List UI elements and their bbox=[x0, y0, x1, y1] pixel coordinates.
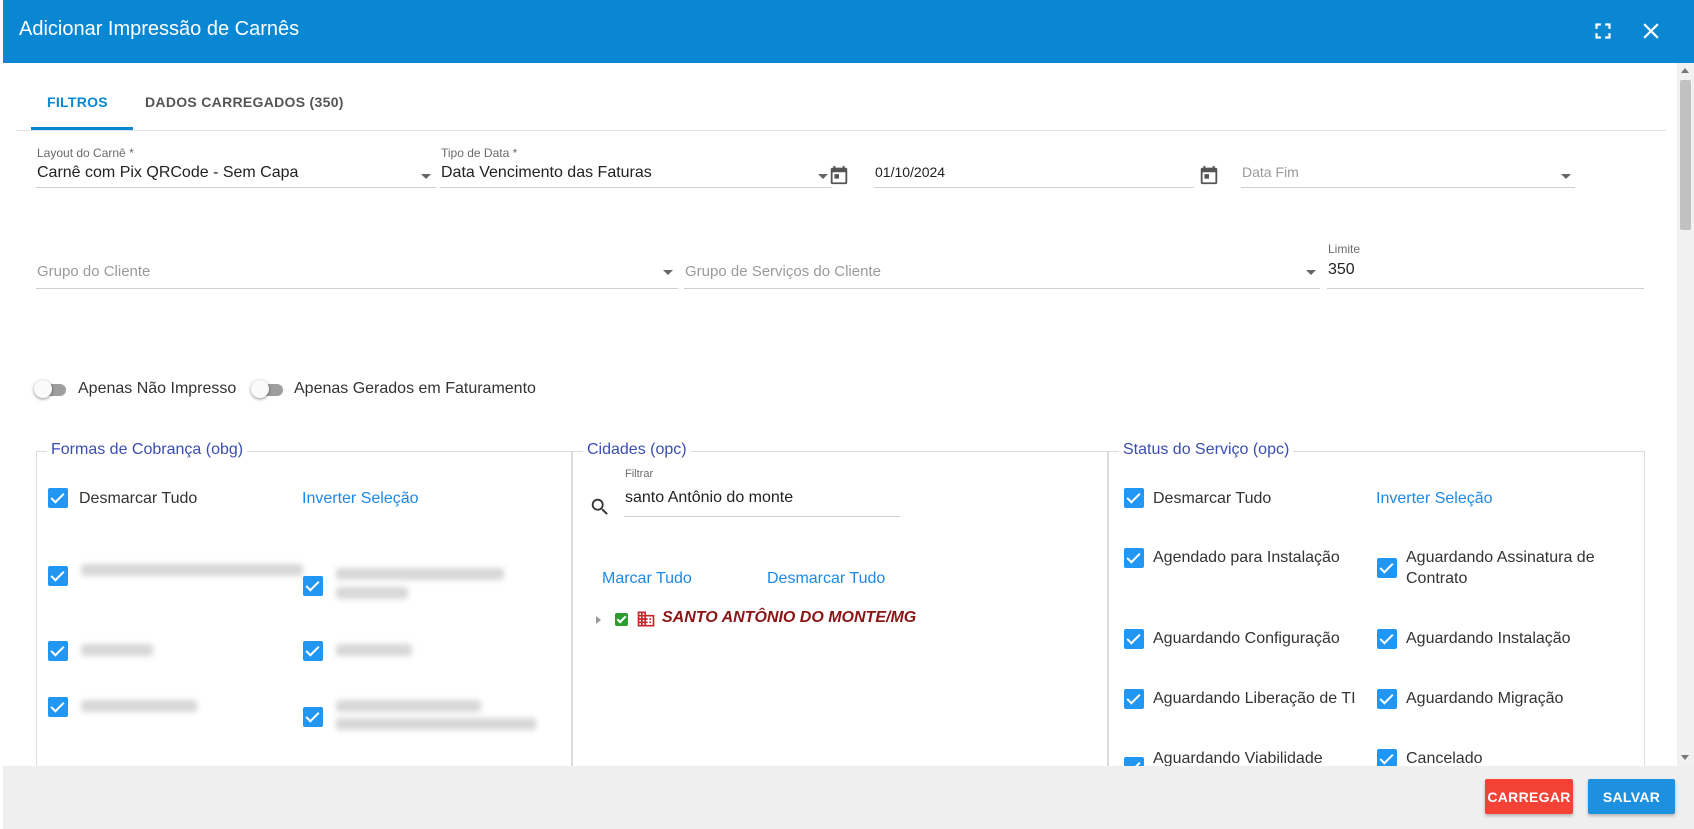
status-label: Aguardando Migração bbox=[1406, 690, 1564, 707]
status-label: Aguardando Assinatura de Contrato bbox=[1406, 549, 1595, 587]
scroll-down-arrow[interactable] bbox=[1681, 755, 1689, 760]
inverter-selecao-link[interactable]: Inverter Seleção bbox=[302, 490, 419, 508]
toggle-apenas-nao-impresso[interactable] bbox=[34, 379, 66, 399]
close-icon[interactable] bbox=[1638, 18, 1664, 44]
status-label: Aguardando Instalação bbox=[1406, 630, 1571, 647]
calendar-icon[interactable] bbox=[828, 164, 850, 186]
redacted-text bbox=[81, 700, 197, 712]
data-inicio-value: 01/10/2024 bbox=[875, 164, 946, 180]
tab-filtros[interactable]: FILTROS bbox=[47, 94, 108, 110]
redacted-text bbox=[336, 700, 481, 712]
formas-cobranca-title: Formas de Cobrança (obg) bbox=[47, 441, 248, 459]
tipo-data-label: Tipo de Data * bbox=[441, 146, 518, 160]
layout-label: Layout do Carnê * bbox=[37, 146, 134, 160]
search-icon bbox=[589, 496, 611, 518]
dialog-content: FILTROS DADOS CARREGADOS (350) Layout do… bbox=[3, 63, 1677, 766]
data-fim-select[interactable]: Data Fim bbox=[1241, 143, 1575, 188]
building-icon bbox=[636, 609, 656, 629]
tree-checkbox[interactable] bbox=[615, 613, 628, 626]
grupo-servicos-select[interactable]: Grupo de Serviços do Cliente bbox=[684, 250, 1320, 295]
status-label: Aguardando Viabilidade bbox=[1153, 750, 1323, 766]
toggle-apenas-gerados[interactable] bbox=[251, 379, 283, 399]
dialog-header: Adicionar Impressão de Carnês bbox=[3, 0, 1694, 63]
status-checkbox[interactable] bbox=[1377, 558, 1397, 578]
desmarcar-tudo-link[interactable]: Desmarcar Tudo bbox=[767, 570, 885, 588]
status-inverter-selecao-link[interactable]: Inverter Seleção bbox=[1376, 490, 1493, 508]
tab-active-indicator bbox=[31, 127, 133, 130]
limite-field[interactable]: Limite 350 bbox=[1327, 242, 1644, 295]
status-checkbox[interactable] bbox=[1124, 689, 1144, 709]
status-label: Aguardando Configuração bbox=[1153, 630, 1340, 647]
redacted-text bbox=[336, 644, 412, 656]
chevron-down-icon bbox=[663, 270, 673, 275]
layout-select[interactable]: Layout do Carnê * Carnê com Pix QRCode -… bbox=[36, 143, 436, 188]
carregar-button[interactable]: CARREGAR bbox=[1485, 779, 1573, 814]
status-checkbox[interactable] bbox=[1377, 629, 1397, 649]
fullscreen-icon[interactable] bbox=[1590, 18, 1616, 44]
grupo-cliente-select[interactable]: Grupo do Cliente bbox=[36, 250, 678, 295]
status-desmarcar-tudo-checkbox[interactable] bbox=[1124, 488, 1144, 508]
dialog-footer: CARREGAR SALVAR bbox=[3, 766, 1694, 829]
calendar-icon[interactable] bbox=[1198, 164, 1220, 186]
grupo-servicos-placeholder: Grupo de Serviços do Cliente bbox=[685, 263, 881, 280]
status-label: Agendado para Instalação bbox=[1153, 549, 1340, 566]
cidades-title: Cidades (opc) bbox=[583, 441, 691, 459]
scrollbar-thumb[interactable] bbox=[1680, 80, 1691, 230]
desmarcar-tudo-label: Desmarcar Tudo bbox=[79, 490, 198, 507]
redacted-text bbox=[336, 718, 536, 730]
status-checkbox[interactable] bbox=[1377, 689, 1397, 709]
tipo-data-select[interactable]: Tipo de Data * Data Vencimento das Fatur… bbox=[440, 143, 832, 188]
forma-cobranca-checkbox[interactable] bbox=[48, 566, 68, 586]
desmarcar-tudo-checkbox[interactable] bbox=[48, 488, 68, 508]
salvar-button[interactable]: SALVAR bbox=[1588, 779, 1675, 814]
status-checkbox[interactable] bbox=[1124, 548, 1144, 568]
chevron-down-icon bbox=[1306, 270, 1316, 275]
redacted-text bbox=[336, 568, 504, 580]
marcar-tudo-link[interactable]: Marcar Tudo bbox=[602, 570, 692, 588]
forma-cobranca-checkbox[interactable] bbox=[48, 697, 68, 717]
chevron-down-icon bbox=[421, 174, 431, 179]
tree-item-city[interactable]: SANTO ANTÔNIO DO MONTE/MG bbox=[662, 609, 916, 627]
grupo-cliente-placeholder: Grupo do Cliente bbox=[37, 263, 151, 280]
tree-expand-icon[interactable] bbox=[596, 616, 601, 624]
status-checkbox[interactable] bbox=[1124, 629, 1144, 649]
cidades-filter-input[interactable]: Filtrar santo Antônio do monte bbox=[624, 468, 900, 518]
status-label: Aguardando Liberação de TI bbox=[1153, 690, 1356, 707]
limite-label: Limite bbox=[1328, 242, 1361, 256]
status-checkbox[interactable] bbox=[1124, 757, 1144, 766]
tipo-data-value: Data Vencimento das Faturas bbox=[441, 164, 652, 181]
toggle-label-apenas-gerados: Apenas Gerados em Faturamento bbox=[294, 380, 536, 397]
tab-dados-carregados[interactable]: DADOS CARREGADOS (350) bbox=[145, 94, 344, 110]
forma-cobranca-checkbox[interactable] bbox=[303, 707, 323, 727]
limite-value: 350 bbox=[1328, 261, 1355, 278]
data-fim-placeholder: Data Fim bbox=[1242, 164, 1299, 180]
status-desmarcar-tudo-label: Desmarcar Tudo bbox=[1153, 490, 1272, 507]
data-inicio-field[interactable]: 01/10/2024 bbox=[874, 143, 1194, 188]
forma-cobranca-checkbox[interactable] bbox=[303, 641, 323, 661]
status-label: Cancelado bbox=[1406, 750, 1483, 766]
scrollbar[interactable] bbox=[1677, 63, 1694, 766]
status-servico-title: Status do Serviço (opc) bbox=[1119, 441, 1294, 459]
toggle-label-apenas-nao-impresso: Apenas Não Impresso bbox=[78, 380, 237, 397]
layout-value: Carnê com Pix QRCode - Sem Capa bbox=[37, 164, 299, 181]
cidades-filter-label: Filtrar bbox=[625, 468, 654, 480]
forma-cobranca-checkbox[interactable] bbox=[303, 576, 323, 596]
chevron-down-icon bbox=[818, 174, 828, 179]
dialog: Adicionar Impressão de Carnês FILTROS DA… bbox=[0, 0, 1694, 829]
redacted-text bbox=[81, 564, 303, 576]
redacted-text bbox=[81, 644, 153, 656]
redacted-text bbox=[336, 587, 408, 599]
dialog-title: Adicionar Impressão de Carnês bbox=[19, 18, 300, 40]
forma-cobranca-checkbox[interactable] bbox=[48, 641, 68, 661]
chevron-down-icon bbox=[1561, 174, 1571, 179]
tab-bar: FILTROS DADOS CARREGADOS (350) bbox=[16, 82, 1666, 131]
scroll-up-arrow[interactable] bbox=[1681, 68, 1689, 73]
cidades-filter-value: santo Antônio do monte bbox=[625, 489, 794, 506]
status-checkbox[interactable] bbox=[1377, 749, 1397, 766]
